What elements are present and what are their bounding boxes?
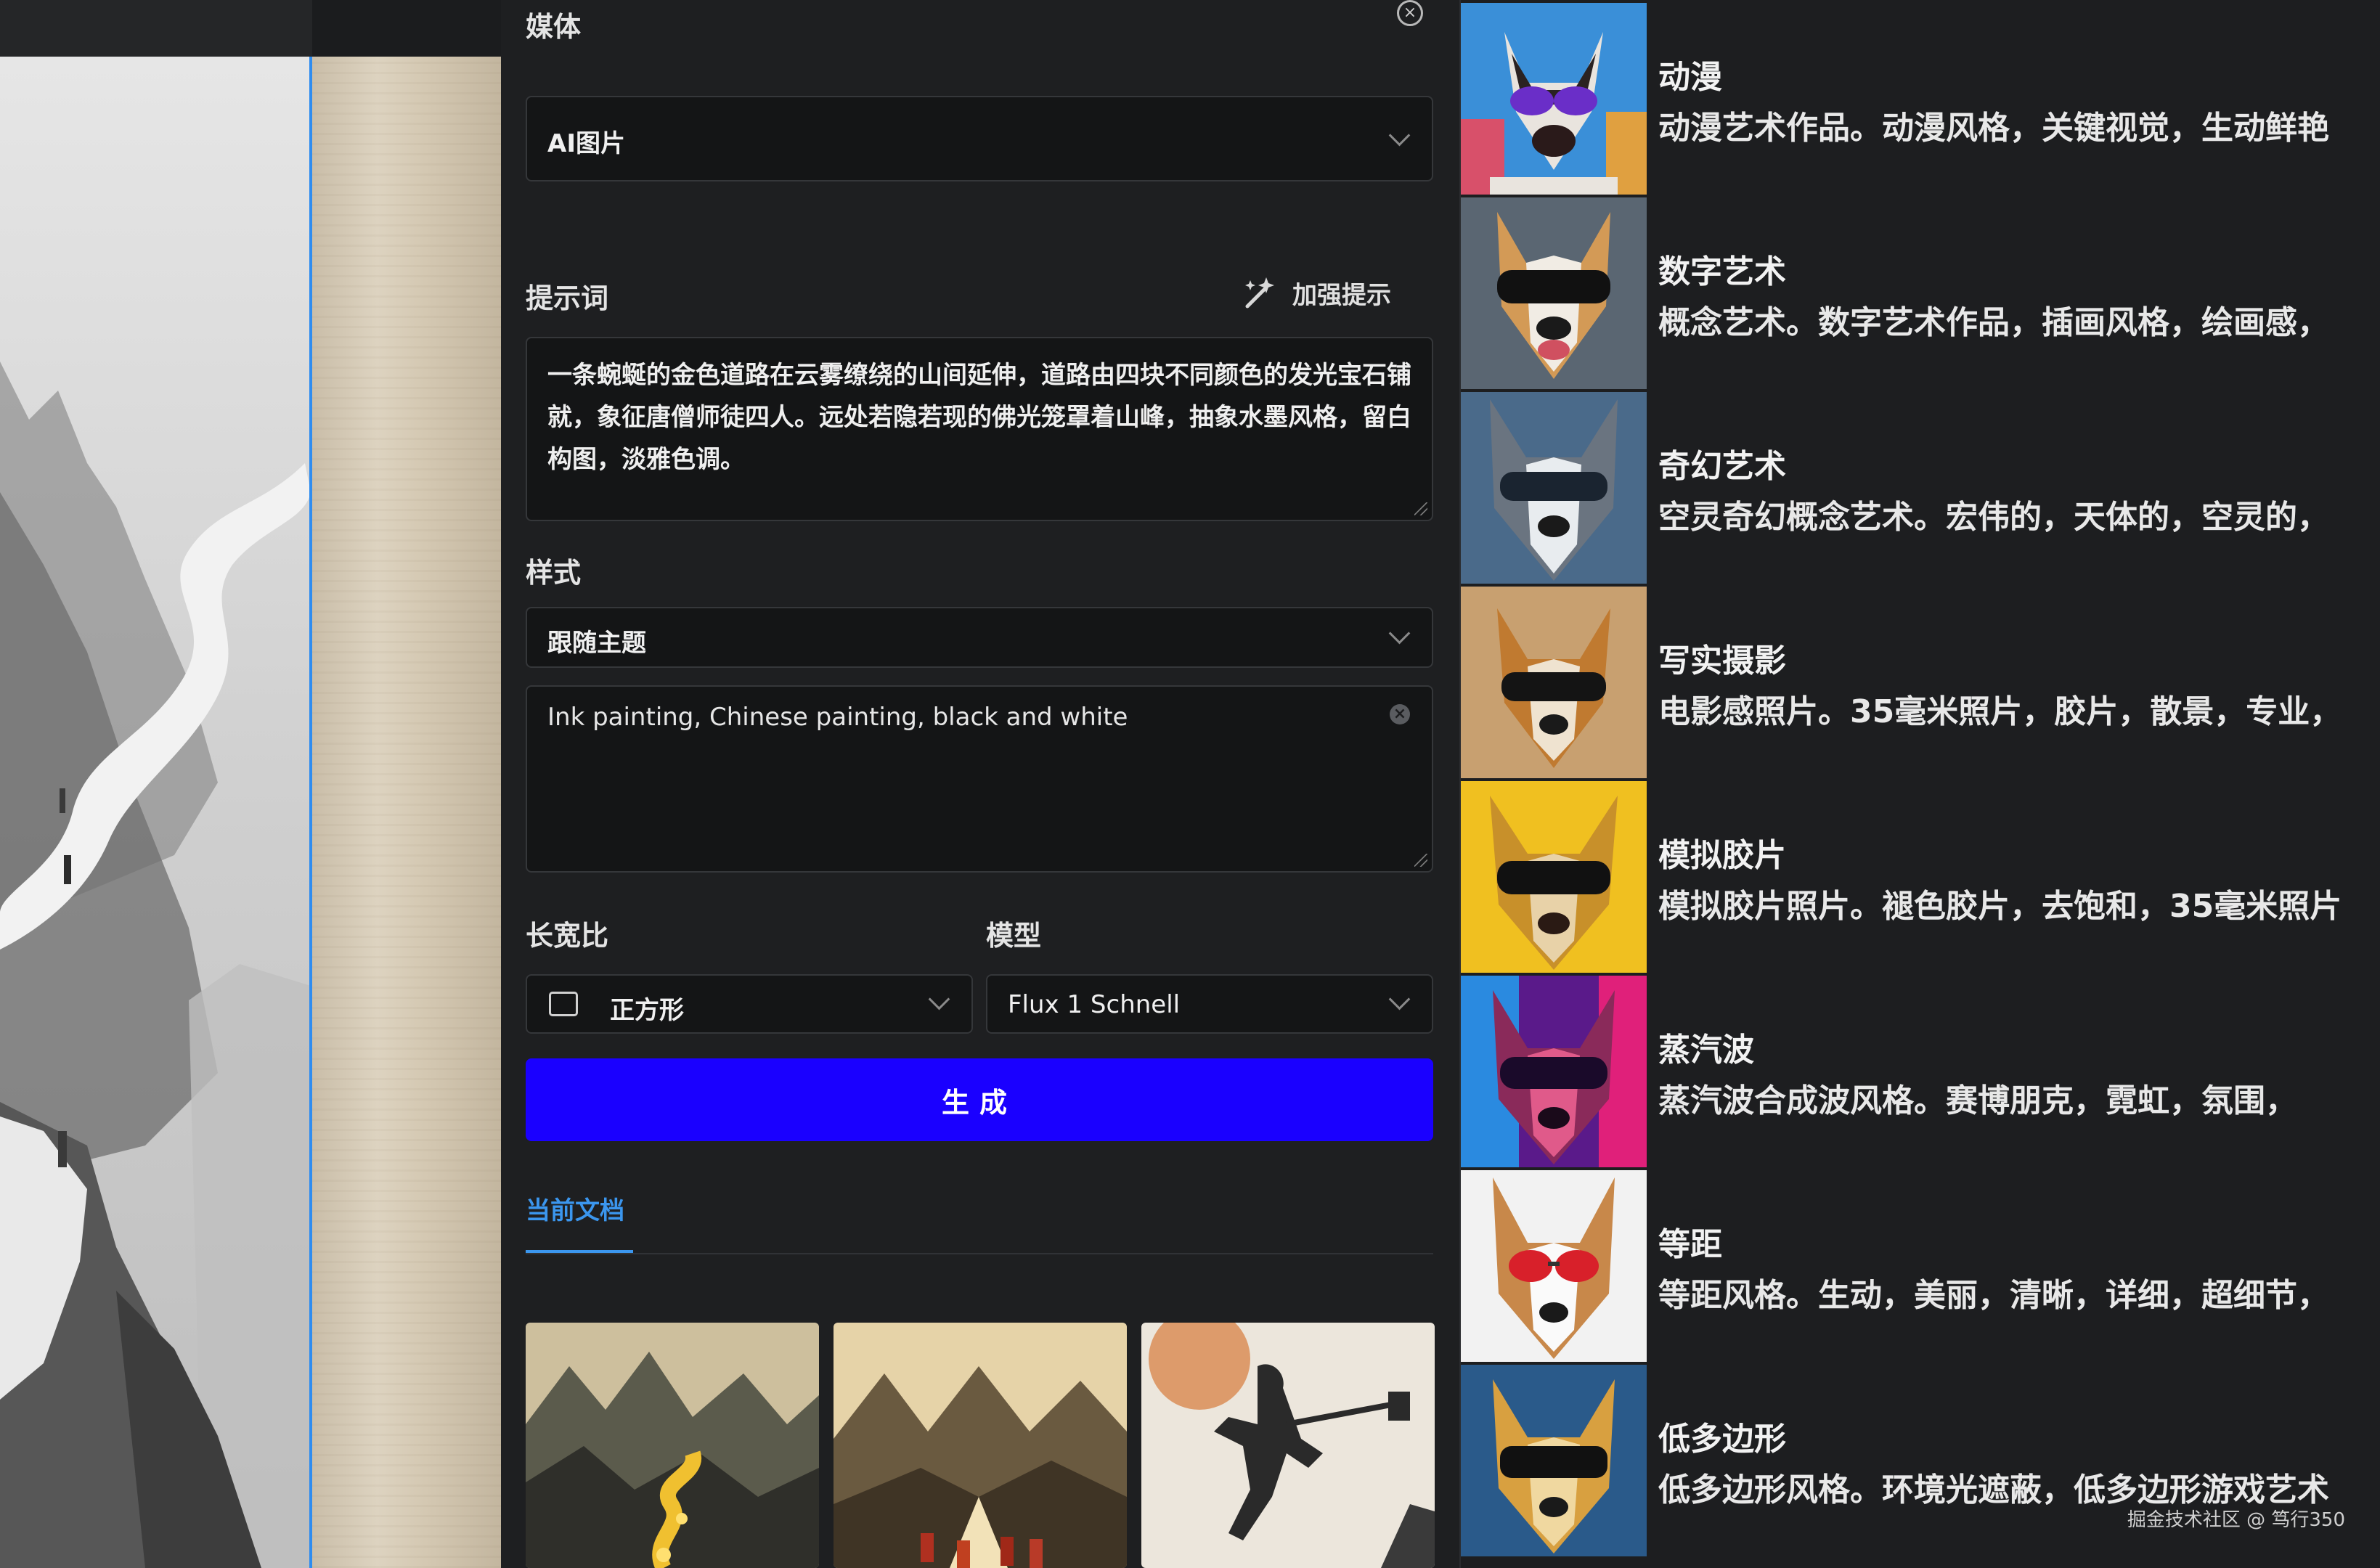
style-preset-list: 动漫 动漫艺术作品。动漫风格，关键视觉，生动鲜艳 数字艺术 概念艺术。数字艺术作… — [1459, 0, 2380, 1568]
prompt-text: 一条蜿蜒的金色道路在云雾缭绕的山间延伸，道路由四块不同颜色的发光宝石铺就，象征唐… — [547, 361, 1411, 474]
style-description: 电影感照片。35毫米照片，胶片，散景，专业， — [1658, 693, 2342, 730]
magic-wand-icon — [1245, 277, 1274, 309]
style-name: 写实摄影 — [1658, 642, 1786, 679]
enhance-prompt-label: 加强提示 — [1292, 280, 1391, 310]
style-prompt-text: Ink painting, Chinese painting, black an… — [547, 703, 1128, 732]
dog-digital-art-image — [1461, 197, 1647, 389]
style-preset-item[interactable]: 数字艺术 概念艺术。数字艺术作品，插画风格，绘画感， — [1461, 195, 2380, 389]
ai-image-panel: 媒体 × AI图片 提示词 加强提示 一条蜿蜒的金色道路在云雾缭绕的山间延伸，道… — [501, 0, 1459, 1568]
style-name: 数字艺术 — [1658, 253, 1786, 290]
style-name: 动漫 — [1658, 59, 1722, 96]
style-preset-item[interactable]: 动漫 动漫艺术作品。动漫风格，关键视觉，生动鲜艳 — [1461, 0, 2380, 195]
aspect-ratio-value: 正方形 — [610, 996, 684, 1025]
aspect-ratio-select[interactable]: 正方形 — [526, 974, 973, 1034]
pilgrims-image — [834, 1323, 1127, 1568]
watermark: 掘金技术社区 @ 笃行350 — [2127, 1509, 2345, 1531]
selection-edge[interactable] — [309, 57, 312, 1568]
model-select[interactable]: Flux 1 Schnell — [986, 974, 1433, 1034]
generated-image-thumbnail[interactable] — [1141, 1323, 1435, 1568]
square-icon — [549, 992, 578, 1016]
generate-button[interactable]: 生成 — [526, 1058, 1433, 1141]
style-description: 动漫艺术作品。动漫风格，关键视觉，生动鲜艳 — [1658, 110, 2329, 147]
style-preview-image — [1461, 587, 1647, 778]
style-description: 空灵奇幻概念艺术。宏伟的，天体的，空灵的， — [1658, 499, 2329, 536]
tab-divider — [526, 1253, 1433, 1254]
style-description: 低多边形风格。环境光遮蔽，低多边形游戏艺术 — [1658, 1471, 2329, 1508]
style-preview-image — [1461, 392, 1647, 584]
style-preview-image — [1461, 197, 1647, 389]
resize-handle-icon[interactable] — [1414, 502, 1427, 515]
model-label: 模型 — [986, 920, 1042, 952]
mountain-road-image — [526, 1323, 819, 1568]
style-preview-image — [1461, 781, 1647, 973]
style-name: 低多边形 — [1658, 1421, 1786, 1458]
media-select[interactable]: AI图片 — [526, 96, 1433, 181]
ink-painting-image — [0, 57, 311, 1568]
style-preview-image — [1461, 976, 1647, 1167]
model-value: Flux 1 Schnell — [1008, 990, 1181, 1019]
style-select-value: 跟随主题 — [547, 629, 646, 658]
dog-vaporwave-image — [1461, 976, 1647, 1167]
generated-image-thumbnail[interactable] — [526, 1323, 819, 1568]
style-prompt-textarea[interactable]: Ink painting, Chinese painting, black an… — [526, 685, 1433, 873]
style-preview-image — [1461, 3, 1647, 195]
chevron-down-icon — [1388, 988, 1411, 1010]
style-preview-image — [1461, 1365, 1647, 1556]
style-preset-item[interactable]: 模拟胶片 模拟胶片照片。褪色胶片，去饱和，35毫米照片 — [1461, 778, 2380, 973]
canvas-toolbar-segment — [312, 0, 501, 57]
chevron-down-icon — [928, 988, 950, 1010]
dog-fantasy-image — [1461, 392, 1647, 584]
style-select[interactable]: 跟随主题 — [526, 607, 1433, 668]
aspect-ratio-label: 长宽比 — [526, 920, 609, 952]
style-name: 蒸汽波 — [1658, 1032, 1754, 1069]
dog-low-poly-image — [1461, 1365, 1647, 1556]
prompt-label: 提示词 — [526, 282, 609, 314]
style-name: 等距 — [1658, 1226, 1722, 1263]
resize-handle-icon[interactable] — [1414, 854, 1427, 867]
enhance-prompt-button[interactable]: 加强提示 — [1242, 274, 1391, 311]
canvas-toolbar — [0, 0, 501, 57]
style-description: 概念艺术。数字艺术作品，插画风格，绘画感， — [1658, 304, 2329, 341]
style-name: 模拟胶片 — [1658, 837, 1786, 874]
style-preset-item[interactable]: 写实摄影 电影感照片。35毫米照片，胶片，散景，专业， — [1461, 584, 2380, 778]
style-description: 等距风格。生动，美丽，清晰，详细，超细节， — [1658, 1277, 2329, 1314]
style-preset-item[interactable]: 等距 等距风格。生动，美丽，清晰，详细，超细节， — [1461, 1167, 2380, 1362]
style-preset-item[interactable]: 奇幻艺术 空灵奇幻概念艺术。宏伟的，天体的，空灵的， — [1461, 389, 2380, 584]
clear-icon[interactable]: × — [1390, 704, 1410, 724]
style-description: 蒸汽波合成波风格。赛博朋克，霓虹，氛围， — [1658, 1082, 2297, 1119]
dog-photo-image — [1461, 587, 1647, 778]
warrior-image — [1141, 1323, 1435, 1568]
style-description: 模拟胶片照片。褪色胶片，去饱和，35毫米照片 — [1658, 888, 2342, 925]
generated-image-thumbnail[interactable] — [834, 1323, 1127, 1568]
close-icon[interactable]: × — [1397, 0, 1423, 26]
style-preset-item[interactable]: 蒸汽波 蒸汽波合成波风格。赛博朋克，霓虹，氛围， — [1461, 973, 2380, 1167]
style-name: 奇幻艺术 — [1658, 448, 1786, 485]
dog-film-image — [1461, 781, 1647, 973]
media-select-value: AI图片 — [547, 129, 625, 158]
dog-anime-image — [1461, 3, 1647, 195]
chevron-down-icon — [1388, 622, 1411, 645]
paper-background — [311, 57, 501, 1568]
prompt-textarea[interactable]: 一条蜿蜒的金色道路在云雾缭绕的山间延伸，道路由四块不同颜色的发光宝石铺就，象征唐… — [526, 337, 1433, 521]
tab-current-document[interactable]: 当前文档 — [526, 1191, 624, 1226]
media-label: 媒体 — [526, 11, 582, 43]
style-preview-image — [1461, 1170, 1647, 1362]
canvas-area[interactable] — [0, 57, 501, 1568]
dog-isometric-image — [1461, 1170, 1647, 1362]
style-label: 样式 — [526, 557, 582, 589]
chevron-down-icon — [1388, 124, 1411, 147]
